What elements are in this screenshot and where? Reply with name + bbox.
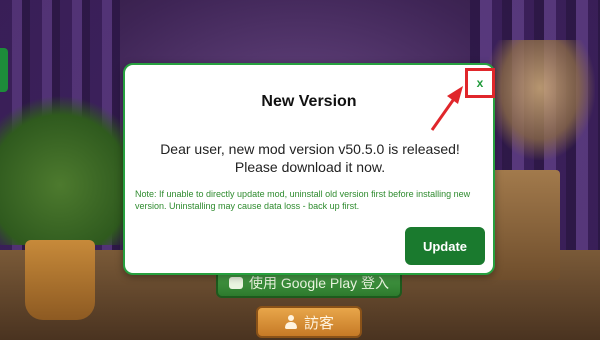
dialog-title: New Version <box>261 93 357 110</box>
google-play-icon <box>228 277 243 289</box>
close-icon: x <box>476 76 484 90</box>
close-button[interactable]: x <box>465 68 495 98</box>
guest-login-label: 訪客 <box>303 314 334 332</box>
guest-login-button[interactable]: 訪客 <box>256 306 362 338</box>
background-lamp <box>485 40 595 160</box>
side-tab[interactable] <box>0 48 8 92</box>
background-pot <box>25 240 95 320</box>
new-version-dialog: New Version x Dear user, new mod version… <box>123 63 495 275</box>
person-icon <box>284 315 298 329</box>
google-play-login-label: 使用 Google Play 登入 <box>248 275 390 291</box>
dialog-note: Note: If unable to directly update mod, … <box>135 189 471 211</box>
dialog-message: Dear user, new mod version v50.5.0 is re… <box>160 141 460 175</box>
update-button[interactable]: Update <box>405 227 485 265</box>
